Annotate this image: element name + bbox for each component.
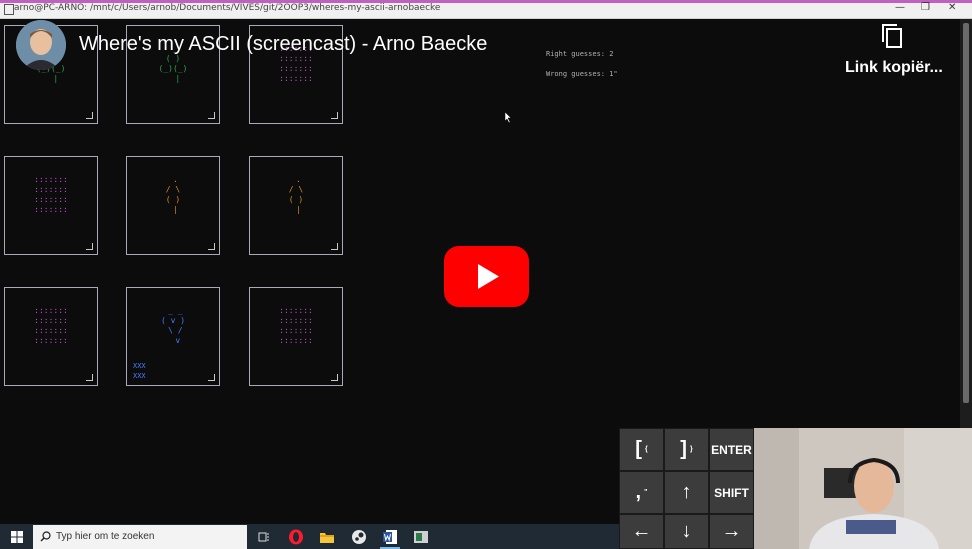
key-label: ] (680, 438, 687, 460)
minimize-button[interactable]: — (895, 2, 905, 13)
task-view-icon[interactable] (254, 527, 274, 547)
card-corner-mark (86, 243, 93, 250)
steam-icon[interactable] (349, 527, 369, 547)
card-corner-mark (208, 112, 215, 119)
key-enter[interactable]: ENTER (710, 429, 753, 470)
key-bracket-left[interactable]: [{ (620, 429, 663, 470)
word-icon[interactable] (380, 527, 400, 547)
video-title[interactable]: Where's my ASCII (screencast) - Arno Bae… (79, 33, 487, 56)
key-sub-label: } (689, 446, 693, 453)
terminal-window-title: arno@PC-ARNO: /mnt/c/Users/arnob/Documen… (14, 3, 441, 13)
right-guesses-text: Right guesses: 2 (546, 50, 614, 58)
card-corner-mark (331, 243, 338, 250)
webcam-feed (754, 428, 972, 549)
key-sub-label: { (644, 446, 648, 453)
selection-marker: XXX XXX (133, 362, 146, 380)
key-label: ↑ (681, 481, 692, 503)
card-corner-mark (208, 243, 215, 250)
channel-avatar[interactable] (16, 20, 66, 70)
key-shift[interactable]: SHIFT (710, 472, 753, 513)
key-bracket-right[interactable]: ]} (665, 429, 708, 470)
key-up-arrow[interactable]: ↑ (665, 472, 708, 513)
key-left-arrow[interactable]: ← (620, 515, 663, 548)
app-icon[interactable] (411, 527, 431, 547)
wrong-guesses-text: Wrong guesses: 1" (546, 70, 618, 78)
card-corner-mark (331, 374, 338, 381)
onscreen-keypad: [{]} ENTER, " ↑ SHIFT ← ↓ → (619, 428, 755, 549)
mouse-cursor-icon (505, 112, 512, 123)
key-sub-label: " (644, 489, 648, 496)
key-label: , (635, 481, 642, 503)
card-ascii-art: ::::::: ::::::: ::::::: ::::::: (34, 306, 68, 345)
scrollbar-thumb[interactable] (963, 23, 969, 403)
close-button[interactable]: ✕ (948, 2, 956, 13)
card-corner-mark (208, 374, 215, 381)
card-7: ::::::: ::::::: ::::::: ::::::: (4, 287, 98, 386)
key-label: ← (631, 520, 652, 542)
file-explorer-icon[interactable] (317, 527, 337, 547)
copy-link-label[interactable]: Link kopiër... (845, 59, 943, 77)
card-ascii-art: . / \ ( ) | (165, 175, 181, 214)
card-ascii-art: ::::::: ::::::: ::::::: ::::::: (34, 175, 68, 214)
card-corner-mark (86, 112, 93, 119)
windows-start-icon[interactable] (11, 531, 23, 543)
card-6: . / \ ( ) | (249, 156, 343, 255)
key-label: ↓ (681, 520, 692, 542)
search-icon (40, 531, 51, 542)
taskbar-search-placeholder: Typ hier om te zoeken (56, 531, 155, 542)
card-9: ::::::: ::::::: ::::::: ::::::: (249, 287, 343, 386)
key-comma[interactable]: , " (620, 472, 663, 513)
card-4: ::::::: ::::::: ::::::: ::::::: (4, 156, 98, 255)
key-right-arrow[interactable]: → (710, 515, 753, 548)
key-label: SHIFT (714, 485, 749, 500)
play-button-icon[interactable] (444, 246, 529, 307)
card-ascii-art: . / \ ( ) | (288, 175, 304, 214)
terminal-icon (4, 4, 14, 15)
card-5: . / \ ( ) | (126, 156, 220, 255)
card-ascii-art: ::::::: ::::::: ::::::: ::::::: (279, 306, 313, 345)
card-8: _ _ ( v ) \ / v XXX XXX (126, 287, 220, 386)
key-down-arrow[interactable]: ↓ (665, 515, 708, 548)
card-corner-mark (86, 374, 93, 381)
maximize-button[interactable]: ❐ (921, 2, 930, 13)
card-ascii-art: _ _ ( v ) \ / v (160, 306, 186, 345)
key-label: [ (635, 438, 642, 460)
card-corner-mark (331, 112, 338, 119)
copy-link-icon[interactable] (880, 22, 906, 50)
key-label: ENTER (711, 442, 752, 457)
opera-icon[interactable] (286, 527, 306, 547)
key-label: → (721, 520, 742, 542)
